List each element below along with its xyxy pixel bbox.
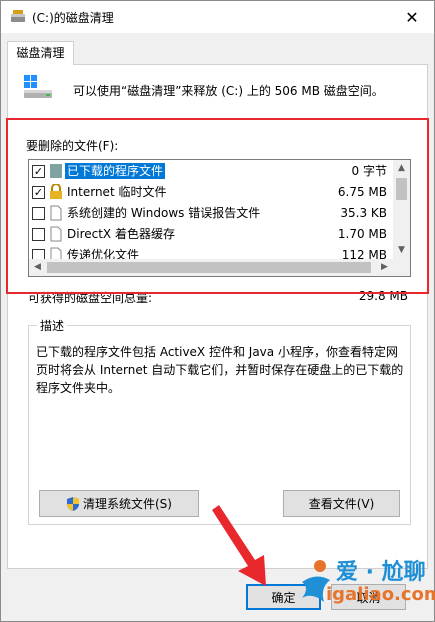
checkbox[interactable]: ✓ — [32, 186, 45, 199]
view-files-button[interactable]: 查看文件(V) — [283, 490, 400, 517]
scroll-thumb[interactable] — [396, 178, 407, 200]
window-title: (C:)的磁盘清理 — [32, 11, 114, 25]
list-item[interactable]: ✓ 已下载的程序文件 0 字节 — [29, 161, 393, 182]
scroll-up-icon[interactable]: ▲ — [393, 160, 410, 177]
close-button[interactable]: ✕ — [390, 1, 434, 33]
description-text: 已下载的程序文件包括 ActiveX 控件和 Java 小程序，你查看特定网页时… — [36, 345, 404, 395]
description-title: 描述 — [37, 317, 68, 334]
file-name: 系统创建的 Windows 错误报告文件 — [67, 206, 261, 220]
file-size: 0 字节 — [351, 164, 387, 178]
file-name: 已下载的程序文件 — [65, 163, 166, 179]
watermark-line2: igaliao.com — [326, 584, 435, 605]
file-size: 6.75 MB — [337, 185, 387, 199]
scroll-thumb-horizontal[interactable] — [47, 262, 371, 273]
checkbox[interactable] — [32, 207, 45, 220]
folder-icon — [50, 164, 62, 178]
drive-info-text: 可以使用“磁盘清理”来释放 (C:) 上的 506 MB 磁盘空间。 — [73, 84, 384, 98]
disk-cleanup-icon — [11, 10, 25, 22]
tab-disk-cleanup[interactable]: 磁盘清理 — [7, 41, 74, 65]
drive-icon — [24, 75, 52, 98]
shield-icon — [67, 496, 79, 511]
list-item[interactable]: DirectX 着色器缓存 1.70 MB — [29, 224, 393, 245]
file-name: Internet 临时文件 — [67, 185, 167, 199]
cleanup-system-files-button[interactable]: 清理系统文件(S) — [39, 490, 199, 517]
tab-panel: 可以使用“磁盘清理”来释放 (C:) 上的 506 MB 磁盘空间。 要删除的文… — [7, 64, 428, 569]
title-bar: (C:)的磁盘清理 ✕ — [1, 1, 434, 33]
scroll-down-icon[interactable]: ▼ — [393, 242, 410, 259]
watermark-line1: 爱 · 尬聊 — [336, 560, 426, 585]
file-icon — [50, 226, 62, 242]
cleanup-button-label: 清理系统文件(S) — [83, 497, 172, 511]
list-item[interactable]: 系统创建的 Windows 错误报告文件 35.3 KB — [29, 203, 393, 224]
file-size: 35.3 KB — [340, 206, 387, 220]
scroll-right-icon[interactable]: ▶ — [376, 259, 393, 276]
space-gain-label: 可获得的磁盘空间总量: — [28, 291, 153, 305]
disk-cleanup-window: (C:)的磁盘清理 ✕ 磁盘清理 可以使用“磁盘清理”来释放 (C:) 上的 5… — [0, 0, 435, 622]
scrollbar-corner — [393, 259, 410, 276]
files-list[interactable]: ✓ 已下载的程序文件 0 字节 ✓ Internet 临时文件 6.75 MB — [28, 159, 411, 277]
checkbox[interactable]: ✓ — [32, 165, 45, 178]
checkbox[interactable] — [32, 228, 45, 241]
space-gain-value: 29.8 MB — [358, 289, 408, 303]
horizontal-scrollbar[interactable]: ◀ ▶ — [29, 259, 393, 276]
file-icon — [50, 205, 62, 221]
vertical-scrollbar[interactable]: ▲ ▼ — [393, 160, 410, 259]
list-item[interactable]: ✓ Internet 临时文件 6.75 MB — [29, 182, 393, 203]
file-size: 1.70 MB — [337, 227, 387, 241]
scroll-left-icon[interactable]: ◀ — [29, 259, 46, 276]
lock-icon — [50, 184, 62, 199]
files-to-delete-label: 要删除的文件(F): — [26, 139, 119, 153]
watermark-logo: 爱 · 尬聊 igaliao.com — [296, 552, 435, 620]
file-name: DirectX 着色器缓存 — [67, 227, 175, 241]
